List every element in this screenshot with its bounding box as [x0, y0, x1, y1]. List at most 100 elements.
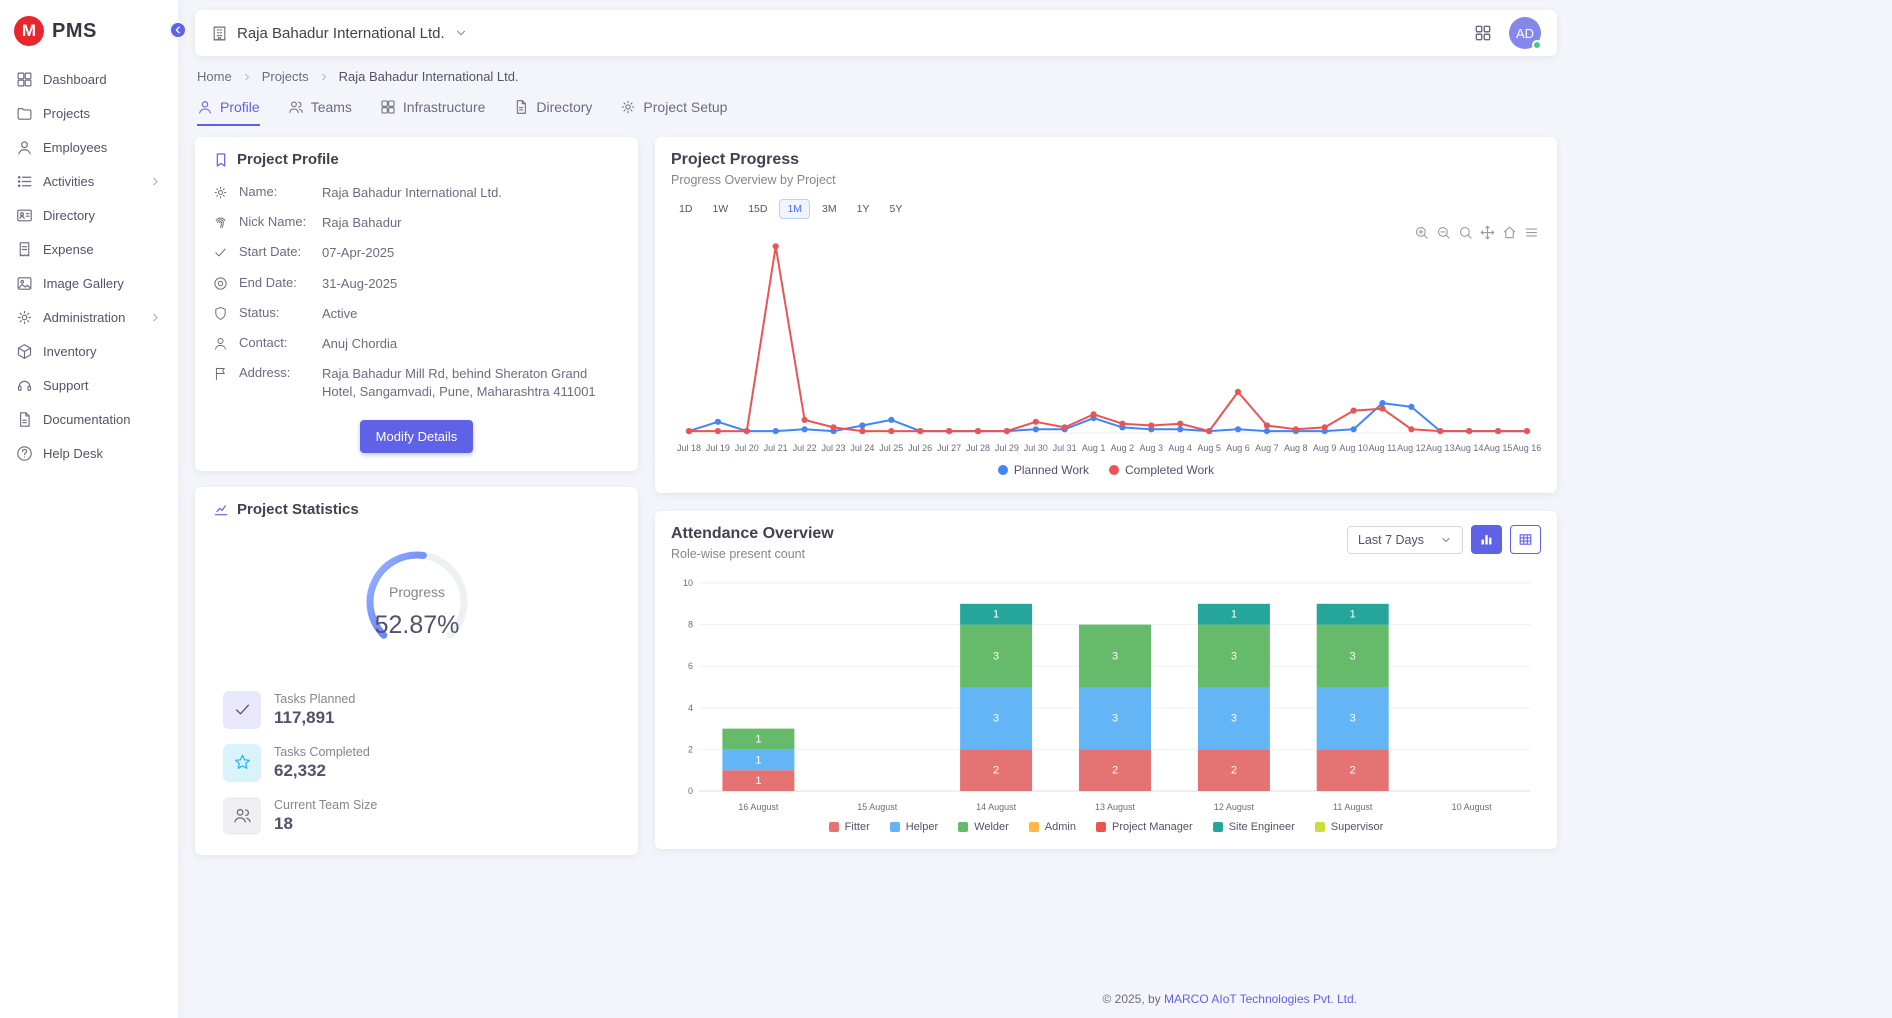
chart-view-button[interactable] [1471, 525, 1502, 554]
attendance-chart[interactable]: 024681011116 August15 August233114 Augus… [671, 573, 1541, 817]
svg-text:Aug 5: Aug 5 [1197, 443, 1221, 453]
zoom-in-icon[interactable] [1414, 225, 1429, 240]
tab-directory[interactable]: Directory [513, 99, 592, 126]
menu-icon[interactable] [1524, 225, 1539, 240]
field-value: 07-Apr-2025 [322, 244, 620, 262]
chevron-right-icon [149, 175, 162, 188]
svg-text:3: 3 [1350, 650, 1356, 662]
star-icon [223, 744, 261, 782]
chevron-right-icon [318, 71, 330, 83]
topbar: Raja Bahadur International Ltd. AD [195, 10, 1557, 56]
tab-teams[interactable]: Teams [288, 99, 352, 126]
legend-site-engineer[interactable]: Site Engineer [1213, 821, 1295, 833]
avatar[interactable]: AD [1509, 17, 1541, 49]
profile-field-name: Name:Raja Bahadur International Ltd. [213, 184, 620, 202]
tab-profile[interactable]: Profile [197, 99, 260, 126]
legend-label: Supervisor [1331, 821, 1384, 833]
legend-welder[interactable]: Welder [958, 821, 1009, 833]
sidebar-item-support[interactable]: Support [8, 370, 170, 401]
svg-text:Jul 28: Jul 28 [966, 443, 990, 453]
range-button-1w[interactable]: 1W [704, 199, 736, 219]
legend-label: Helper [906, 821, 938, 833]
breadcrumb-projects[interactable]: Projects [262, 69, 309, 84]
range-button-15d[interactable]: 15D [740, 199, 775, 219]
sidebar-item-label: Dashboard [43, 72, 107, 87]
profile-field-start-date: Start Date: 07-Apr-2025 [213, 244, 620, 262]
sidebar-item-documentation[interactable]: Documentation [8, 404, 170, 435]
footer-link[interactable]: MARCO AIoT Technologies Pvt. Ltd. [1164, 992, 1357, 1006]
svg-text:1: 1 [1231, 609, 1237, 621]
sidebar-item-employees[interactable]: Employees [8, 132, 170, 163]
svg-text:2: 2 [688, 744, 693, 754]
footer-text: © 2025, by [1102, 992, 1164, 1006]
apps-grid-button[interactable] [1473, 23, 1493, 43]
svg-text:Aug 14: Aug 14 [1455, 443, 1484, 453]
sidebar: M PMS Dashboard Projects Employees Activiti… [0, 0, 178, 1018]
legend-admin[interactable]: Admin [1029, 821, 1076, 833]
svg-text:2: 2 [1112, 765, 1118, 777]
legend-completed-work[interactable]: Completed Work [1109, 463, 1214, 477]
home-icon[interactable] [1502, 225, 1517, 240]
folder-icon [16, 105, 33, 122]
table-view-button[interactable] [1510, 525, 1541, 554]
stat-label: Tasks Planned [274, 692, 355, 706]
svg-text:6: 6 [688, 661, 693, 671]
field-label: Status: [239, 305, 311, 320]
legend-planned-work[interactable]: Planned Work [998, 463, 1089, 477]
tab-label: Project Setup [643, 99, 727, 115]
breadcrumb-home[interactable]: Home [197, 69, 232, 84]
legend-helper[interactable]: Helper [890, 821, 938, 833]
range-button-1d[interactable]: 1D [671, 199, 700, 219]
field-value: 31-Aug-2025 [322, 275, 620, 293]
svg-text:Jul 31: Jul 31 [1053, 443, 1077, 453]
sidebar-item-help-desk[interactable]: Help Desk [8, 438, 170, 469]
project-progress-chart[interactable]: Jul 18Jul 19Jul 20Jul 21Jul 22Jul 23Jul … [671, 223, 1541, 459]
pan-icon[interactable] [1480, 225, 1495, 240]
id-card-icon [16, 207, 33, 224]
svg-text:Aug 13: Aug 13 [1426, 443, 1455, 453]
svg-text:Progress: Progress [388, 584, 444, 600]
sidebar-collapse-button[interactable] [169, 21, 187, 39]
sidebar-item-projects[interactable]: Projects [8, 98, 170, 129]
sidebar-item-label: Documentation [43, 412, 130, 427]
field-label: Start Date: [239, 244, 311, 259]
sidebar-item-image-gallery[interactable]: Image Gallery [8, 268, 170, 299]
tab-infrastructure[interactable]: Infrastructure [380, 99, 485, 126]
field-value: Raja Bahadur Mill Rd, behind Sheraton Gr… [322, 365, 620, 401]
range-button-3m[interactable]: 3M [814, 199, 845, 219]
range-button-5y[interactable]: 5Y [881, 199, 910, 219]
range-button-1y[interactable]: 1Y [849, 199, 878, 219]
sidebar-item-dashboard[interactable]: Dashboard [8, 64, 170, 95]
svg-text:Aug 15: Aug 15 [1484, 443, 1513, 453]
range-button-1m[interactable]: 1M [779, 199, 810, 219]
legend-project-manager[interactable]: Project Manager [1096, 821, 1193, 833]
sidebar-item-label: Projects [43, 106, 90, 121]
project-profile-title: Project Profile [213, 151, 620, 168]
autoscale-icon[interactable] [1458, 225, 1473, 240]
sidebar-item-directory[interactable]: Directory [8, 200, 170, 231]
sidebar-item-label: Directory [43, 208, 95, 223]
sidebar-item-label: Activities [43, 174, 94, 189]
svg-text:16 August: 16 August [738, 802, 779, 812]
zoom-out-icon[interactable] [1436, 225, 1451, 240]
tab-project-setup[interactable]: Project Setup [620, 99, 727, 126]
brand-logo[interactable]: M PMS [0, 0, 178, 58]
legend-fitter[interactable]: Fitter [829, 821, 870, 833]
date-range-select[interactable]: Last 7 Days [1347, 526, 1463, 554]
sidebar-item-expense[interactable]: Expense [8, 234, 170, 265]
svg-text:1: 1 [1350, 609, 1356, 621]
topbar-actions: AD [1473, 17, 1541, 49]
modify-details-button[interactable]: Modify Details [360, 420, 474, 453]
field-value: Anuj Chordia [322, 335, 620, 353]
legend-supervisor[interactable]: Supervisor [1315, 821, 1384, 833]
sidebar-item-activities[interactable]: Activities [8, 166, 170, 197]
sidebar-item-administration[interactable]: Administration [8, 302, 170, 333]
legend-label: Fitter [845, 821, 870, 833]
legend-swatch [958, 822, 968, 832]
svg-text:4: 4 [688, 703, 693, 713]
field-label: Nick Name: [239, 214, 311, 229]
svg-text:3: 3 [1231, 650, 1237, 662]
company-selector[interactable]: Raja Bahadur International Ltd. [211, 25, 468, 42]
user-icon [213, 336, 228, 351]
sidebar-item-inventory[interactable]: Inventory [8, 336, 170, 367]
